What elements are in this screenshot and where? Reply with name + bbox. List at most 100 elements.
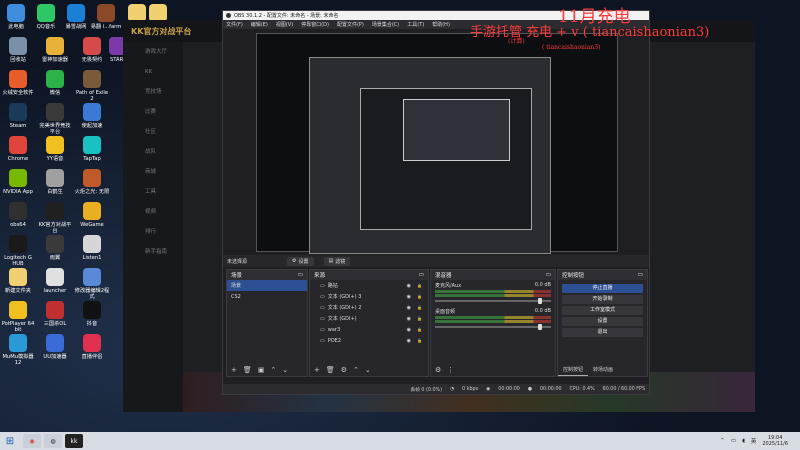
desktop-icon[interactable]: KK官方对战平台 xyxy=(37,202,73,234)
control-button[interactable]: 停止直播 xyxy=(562,284,643,293)
desktop-icon[interactable]: Steam xyxy=(0,103,36,129)
kk-nav-item[interactable]: 战队 xyxy=(123,142,183,162)
filters-button[interactable]: ▤ 滤镜 xyxy=(323,256,351,266)
menu-item[interactable]: 配置文件(P) xyxy=(337,21,364,28)
menu-item[interactable]: 编辑(E) xyxy=(251,21,268,28)
menu-item[interactable]: 场景集合(C) xyxy=(372,21,399,28)
desktop-icon[interactable]: 新建文件夹 xyxy=(0,268,36,294)
lock-icon[interactable]: 🔒 xyxy=(417,316,422,321)
source-properties-icon[interactable]: ⚙ xyxy=(341,366,347,374)
visibility-icon[interactable]: ◉ xyxy=(407,338,411,344)
desktop-icon[interactable]: 使起加速 xyxy=(74,103,110,129)
desktop-icon[interactable]: 回收站 xyxy=(0,37,36,63)
desktop-icon[interactable]: 微信 xyxy=(37,70,73,96)
desktop-icon[interactable]: launcher xyxy=(37,268,73,294)
volume-icon[interactable]: ◖ xyxy=(742,438,745,444)
language-indicator[interactable]: 英 xyxy=(751,437,757,445)
kk-nav-item[interactable]: 视频 xyxy=(123,202,183,222)
desktop-icon[interactable]: 直播伴侣 xyxy=(74,334,110,360)
kk-nav-item[interactable]: 比赛 xyxy=(123,102,183,122)
lock-icon[interactable]: 🔒 xyxy=(417,338,422,343)
source-item[interactable]: ▭ war3 ◉ 🔒 xyxy=(310,324,428,335)
desktop-icon[interactable]: Logitech G HUB xyxy=(0,235,36,267)
lock-icon[interactable]: 🔒 xyxy=(417,294,422,299)
control-button[interactable]: 开始录制 xyxy=(562,295,643,304)
undock-icon[interactable]: ▭ xyxy=(419,272,424,278)
undock-icon[interactable]: ▭ xyxy=(638,272,643,278)
dock-tab[interactable]: 转场动画 xyxy=(588,364,618,376)
visibility-icon[interactable]: ◉ xyxy=(407,305,411,311)
properties-button[interactable]: ⚙ 设置 xyxy=(287,256,314,266)
slider-knob[interactable] xyxy=(537,298,542,304)
kk-taskbar-icon[interactable]: kk xyxy=(65,434,83,448)
remove-scene-icon[interactable]: 🗑 xyxy=(243,366,252,374)
desktop-icon[interactable]: 修改器编辑2程式 xyxy=(74,268,110,300)
visibility-icon[interactable]: ◉ xyxy=(407,294,411,300)
desktop-icon[interactable]: 雨翼 xyxy=(37,235,73,261)
desktop-icon[interactable]: NVIDIA App xyxy=(0,169,36,195)
mixer-menu-icon[interactable]: ⋮ xyxy=(447,366,454,374)
kk-nav-item[interactable]: 排行 xyxy=(123,222,183,242)
clock[interactable]: 19:04 2025/11/6 xyxy=(762,435,788,447)
source-item[interactable]: ▭ 文本 (GDI+) 3 ◉ 🔒 xyxy=(310,291,428,302)
scene-filter-icon[interactable]: ▣ xyxy=(258,366,265,374)
kk-nav-item[interactable]: 社区 xyxy=(123,122,183,142)
volume-slider[interactable] xyxy=(435,324,551,330)
menu-item[interactable]: 停靠窗口(D) xyxy=(301,21,329,28)
desktop-icon[interactable]: MuMu模拟器12 xyxy=(0,334,36,366)
desktop-icon[interactable]: 完美世界竞技平台 xyxy=(37,103,73,135)
control-button[interactable]: 退出 xyxy=(562,328,643,337)
desktop-icon[interactable]: obs64 xyxy=(0,202,36,228)
menu-item[interactable]: 文件(F) xyxy=(226,21,243,28)
source-item[interactable]: ▭ 文本 (GDI+) 2 ◉ 🔒 xyxy=(310,302,428,313)
menu-item[interactable]: 工具(T) xyxy=(407,21,424,28)
kk-nav-item[interactable]: 商城 xyxy=(123,162,183,182)
move-up-icon[interactable]: ⌃ xyxy=(353,366,359,374)
source-item[interactable]: ▭ 路钻 ◉ 🔒 xyxy=(310,280,428,291)
undock-icon[interactable]: ▭ xyxy=(298,272,303,278)
scene-item[interactable]: CS2 xyxy=(227,291,307,302)
desktop-icon[interactable]: UU加速器 xyxy=(37,334,73,360)
desktop-icon[interactable]: Path of Exile 2 xyxy=(74,70,110,102)
desktop-icon[interactable]: WeGame xyxy=(74,202,110,228)
obs-taskbar-icon[interactable]: ◍ xyxy=(44,434,62,448)
kk-nav-item[interactable]: 竞技场 xyxy=(123,82,183,102)
desktop-icon[interactable]: 三国杀OL xyxy=(37,301,73,327)
move-up-icon[interactable]: ⌃ xyxy=(270,366,276,374)
visibility-icon[interactable]: ◉ xyxy=(407,316,411,322)
kk-nav-item[interactable]: KK xyxy=(123,62,183,82)
undock-icon[interactable]: ▭ xyxy=(546,272,551,278)
lock-icon[interactable]: 🔒 xyxy=(417,327,422,332)
network-icon[interactable]: ▭ xyxy=(731,438,736,444)
control-button[interactable]: 设置 xyxy=(562,317,643,326)
start-button[interactable]: ⊞ xyxy=(0,432,20,450)
move-down-icon[interactable]: ⌄ xyxy=(365,366,371,374)
source-item[interactable]: ▭ 文本 (GDI+) ◉ 🔒 xyxy=(310,313,428,324)
visibility-icon[interactable]: ◉ xyxy=(407,283,411,289)
dock-tab[interactable]: 控制按钮 xyxy=(558,364,589,376)
desktop-icon[interactable]: 抖音 xyxy=(74,301,110,327)
desktop-icon[interactable]: Chrome xyxy=(0,136,36,162)
kk-nav-item[interactable]: 游戏大厅 xyxy=(123,42,183,62)
desktop-icon[interactable]: Listen1 xyxy=(74,235,110,261)
menu-item[interactable]: 视图(V) xyxy=(276,21,293,28)
source-item[interactable]: ▭ POE2 ◉ 🔒 xyxy=(310,335,428,346)
remove-source-icon[interactable]: 🗑 xyxy=(326,366,335,374)
obs-preview[interactable] xyxy=(256,33,618,254)
add-source-icon[interactable]: + xyxy=(314,366,320,374)
desktop-icon[interactable]: 火炬之光: 无限 xyxy=(74,169,110,195)
add-scene-icon[interactable]: + xyxy=(231,366,237,374)
obs-window[interactable]: OBS 30.1.2 - 配置文件: 未命名 - 场景: 未命名 文件(F) 编辑… xyxy=(222,10,650,395)
volume-slider[interactable] xyxy=(435,298,551,304)
visibility-icon[interactable]: ◉ xyxy=(407,327,411,333)
chrome-taskbar-icon[interactable]: ◉ xyxy=(23,434,41,448)
lock-icon[interactable]: 🔒 xyxy=(417,283,422,288)
tray-chevron-icon[interactable]: ⌃ xyxy=(720,438,725,444)
control-button[interactable]: 工作室模式 xyxy=(562,306,643,315)
desktop-icon[interactable]: YY语音 xyxy=(37,136,73,162)
kk-nav-item[interactable]: 新手指南 xyxy=(123,242,183,262)
desktop-icon[interactable]: 白鹤生 xyxy=(37,169,73,195)
desktop-icon[interactable]: 火绒安全软件 xyxy=(0,70,36,96)
advanced-audio-icon[interactable]: ⚙ xyxy=(435,366,441,374)
move-down-icon[interactable]: ⌄ xyxy=(282,366,288,374)
